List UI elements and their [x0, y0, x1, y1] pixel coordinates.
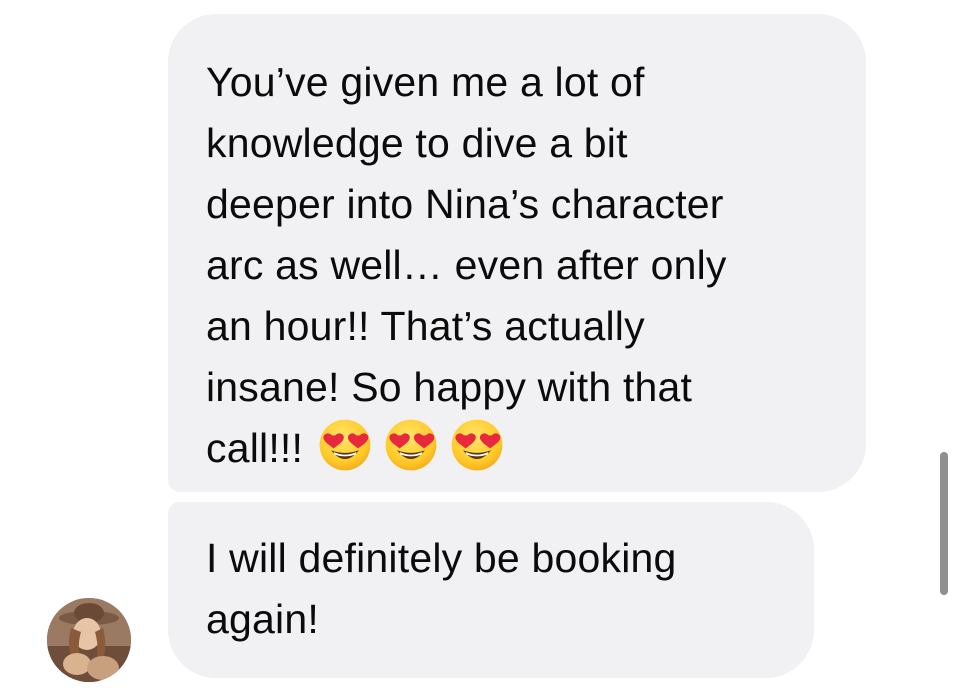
heart-eyes-emoji-icon: [385, 419, 437, 471]
message-text-line: again!: [206, 596, 319, 642]
scrollbar-thumb[interactable]: [940, 452, 948, 595]
avatar[interactable]: [47, 598, 131, 682]
message-text-line: You’ve given me a lot of: [206, 59, 645, 105]
message-text-line: arc as well… even after only: [206, 242, 727, 288]
message-text-line: I will definitely be booking: [206, 535, 677, 581]
message-text-line: knowledge to dive a bit: [206, 120, 628, 166]
message-text-line: deeper into Nina’s character: [206, 181, 724, 227]
message-text-last-line: call!!!: [206, 418, 836, 479]
message-text-line: insane! So happy with that: [206, 364, 693, 410]
message-bubble[interactable]: I will definitely be booking again!: [168, 502, 814, 678]
emoji-group: [317, 417, 505, 473]
message-text-line: call!!!: [206, 425, 304, 471]
message-bubble[interactable]: You’ve given me a lot of knowledge to di…: [168, 14, 866, 492]
heart-eyes-emoji-icon: [451, 419, 503, 471]
heart-eyes-emoji-icon: [319, 419, 371, 471]
message-text-line: an hour!! That’s actually: [206, 303, 645, 349]
user-avatar-photo-icon: [47, 598, 131, 682]
